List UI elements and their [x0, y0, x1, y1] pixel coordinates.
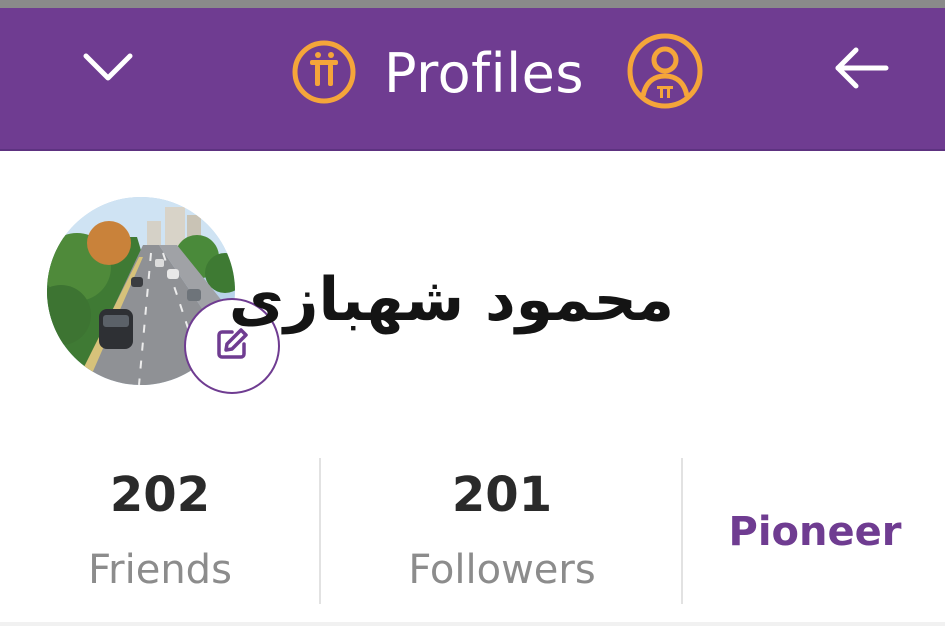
role-badge: Pioneer	[728, 509, 902, 555]
chevron-down-icon[interactable]	[78, 46, 138, 86]
friends-label: Friends	[88, 547, 232, 593]
followers-count: 201	[451, 467, 553, 523]
stat-divider	[319, 458, 321, 604]
friends-stat[interactable]: 202 Friends	[40, 460, 280, 610]
arrow-left-icon[interactable]	[830, 44, 894, 92]
stat-divider	[681, 458, 683, 604]
friends-count: 202	[109, 467, 211, 523]
profile-name: محمود شهبازی	[228, 265, 674, 335]
profile-user-icon[interactable]	[626, 32, 704, 110]
pi-logo-icon	[292, 40, 356, 104]
top-status-strip	[0, 0, 945, 8]
followers-stat[interactable]: 201 Followers	[322, 460, 682, 610]
page-title: Profiles	[384, 42, 585, 105]
section-divider	[0, 622, 945, 626]
app-header: Profiles	[0, 8, 945, 151]
followers-label: Followers	[408, 547, 596, 593]
